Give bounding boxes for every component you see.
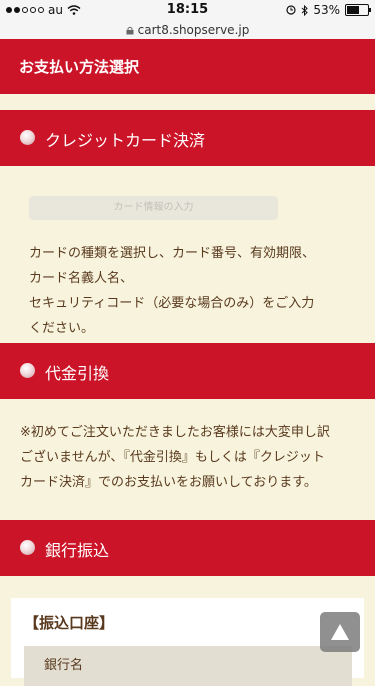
credit-card-description: カードの種類を選択し、カード番号、有効期限、 カード名義人名、 セキュリティコー… (29, 241, 315, 341)
arrow-up-icon (331, 624, 349, 640)
lock-icon (126, 26, 134, 35)
description-line: カード決済』でのお支払いをお願いしております。 (20, 475, 317, 490)
url-text: cart8.shopserve.jp (137, 22, 250, 37)
url-bar[interactable]: cart8.shopserve.jp (0, 20, 375, 39)
bank-account-row: 銀行名 (24, 646, 352, 686)
payment-option-label: 代金引換 (45, 364, 110, 383)
bluetooth-icon (301, 4, 309, 16)
payment-option-cod[interactable]: 代金引換 (0, 343, 375, 399)
description-line: カード名義人名、 (29, 271, 134, 286)
description-line: セキュリティコード（必要な場合のみ）をご入力 (29, 296, 315, 311)
bank-name-label: 銀行名 (44, 658, 84, 673)
status-bar: au 18:15 53% (0, 0, 375, 20)
description-line: ※初めてご注文いただきましたお客様には大変申し訳 (20, 425, 330, 440)
payment-option-bank-transfer[interactable]: 銀行振込 (0, 520, 375, 576)
radio-dot-icon[interactable] (20, 363, 35, 378)
radio-dot-icon[interactable] (20, 540, 35, 555)
payment-option-credit-card[interactable]: クレジットカード決済 (0, 110, 375, 166)
bank-account-box: 【振込口座】 銀行名 (11, 598, 364, 686)
radio-dot-icon[interactable] (20, 130, 35, 145)
payment-option-label: 銀行振込 (45, 541, 110, 560)
bank-account-title: 【振込口座】 (24, 614, 115, 632)
description-line: ございませんが、『代金引換』もしくは『クレジット (20, 450, 325, 465)
cod-description: ※初めてご注文いただきましたお客様には大変申し訳 ございませんが、『代金引換』も… (20, 420, 330, 495)
alarm-icon (286, 5, 296, 15)
description-line: カードの種類を選択し、カード番号、有効期限、 (29, 246, 316, 261)
description-line: ください。 (29, 321, 95, 336)
battery-percent: 53% (313, 3, 340, 17)
payment-option-label: クレジットカード決済 (45, 131, 206, 150)
scroll-to-top-button[interactable] (320, 612, 360, 652)
card-info-input-button[interactable]: カード情報の入力 (29, 196, 278, 220)
page-title: お支払い方法選択 (19, 58, 140, 76)
page-header: お支払い方法選択 (0, 39, 375, 94)
status-right: 53% (286, 3, 371, 17)
battery-icon (345, 4, 371, 16)
